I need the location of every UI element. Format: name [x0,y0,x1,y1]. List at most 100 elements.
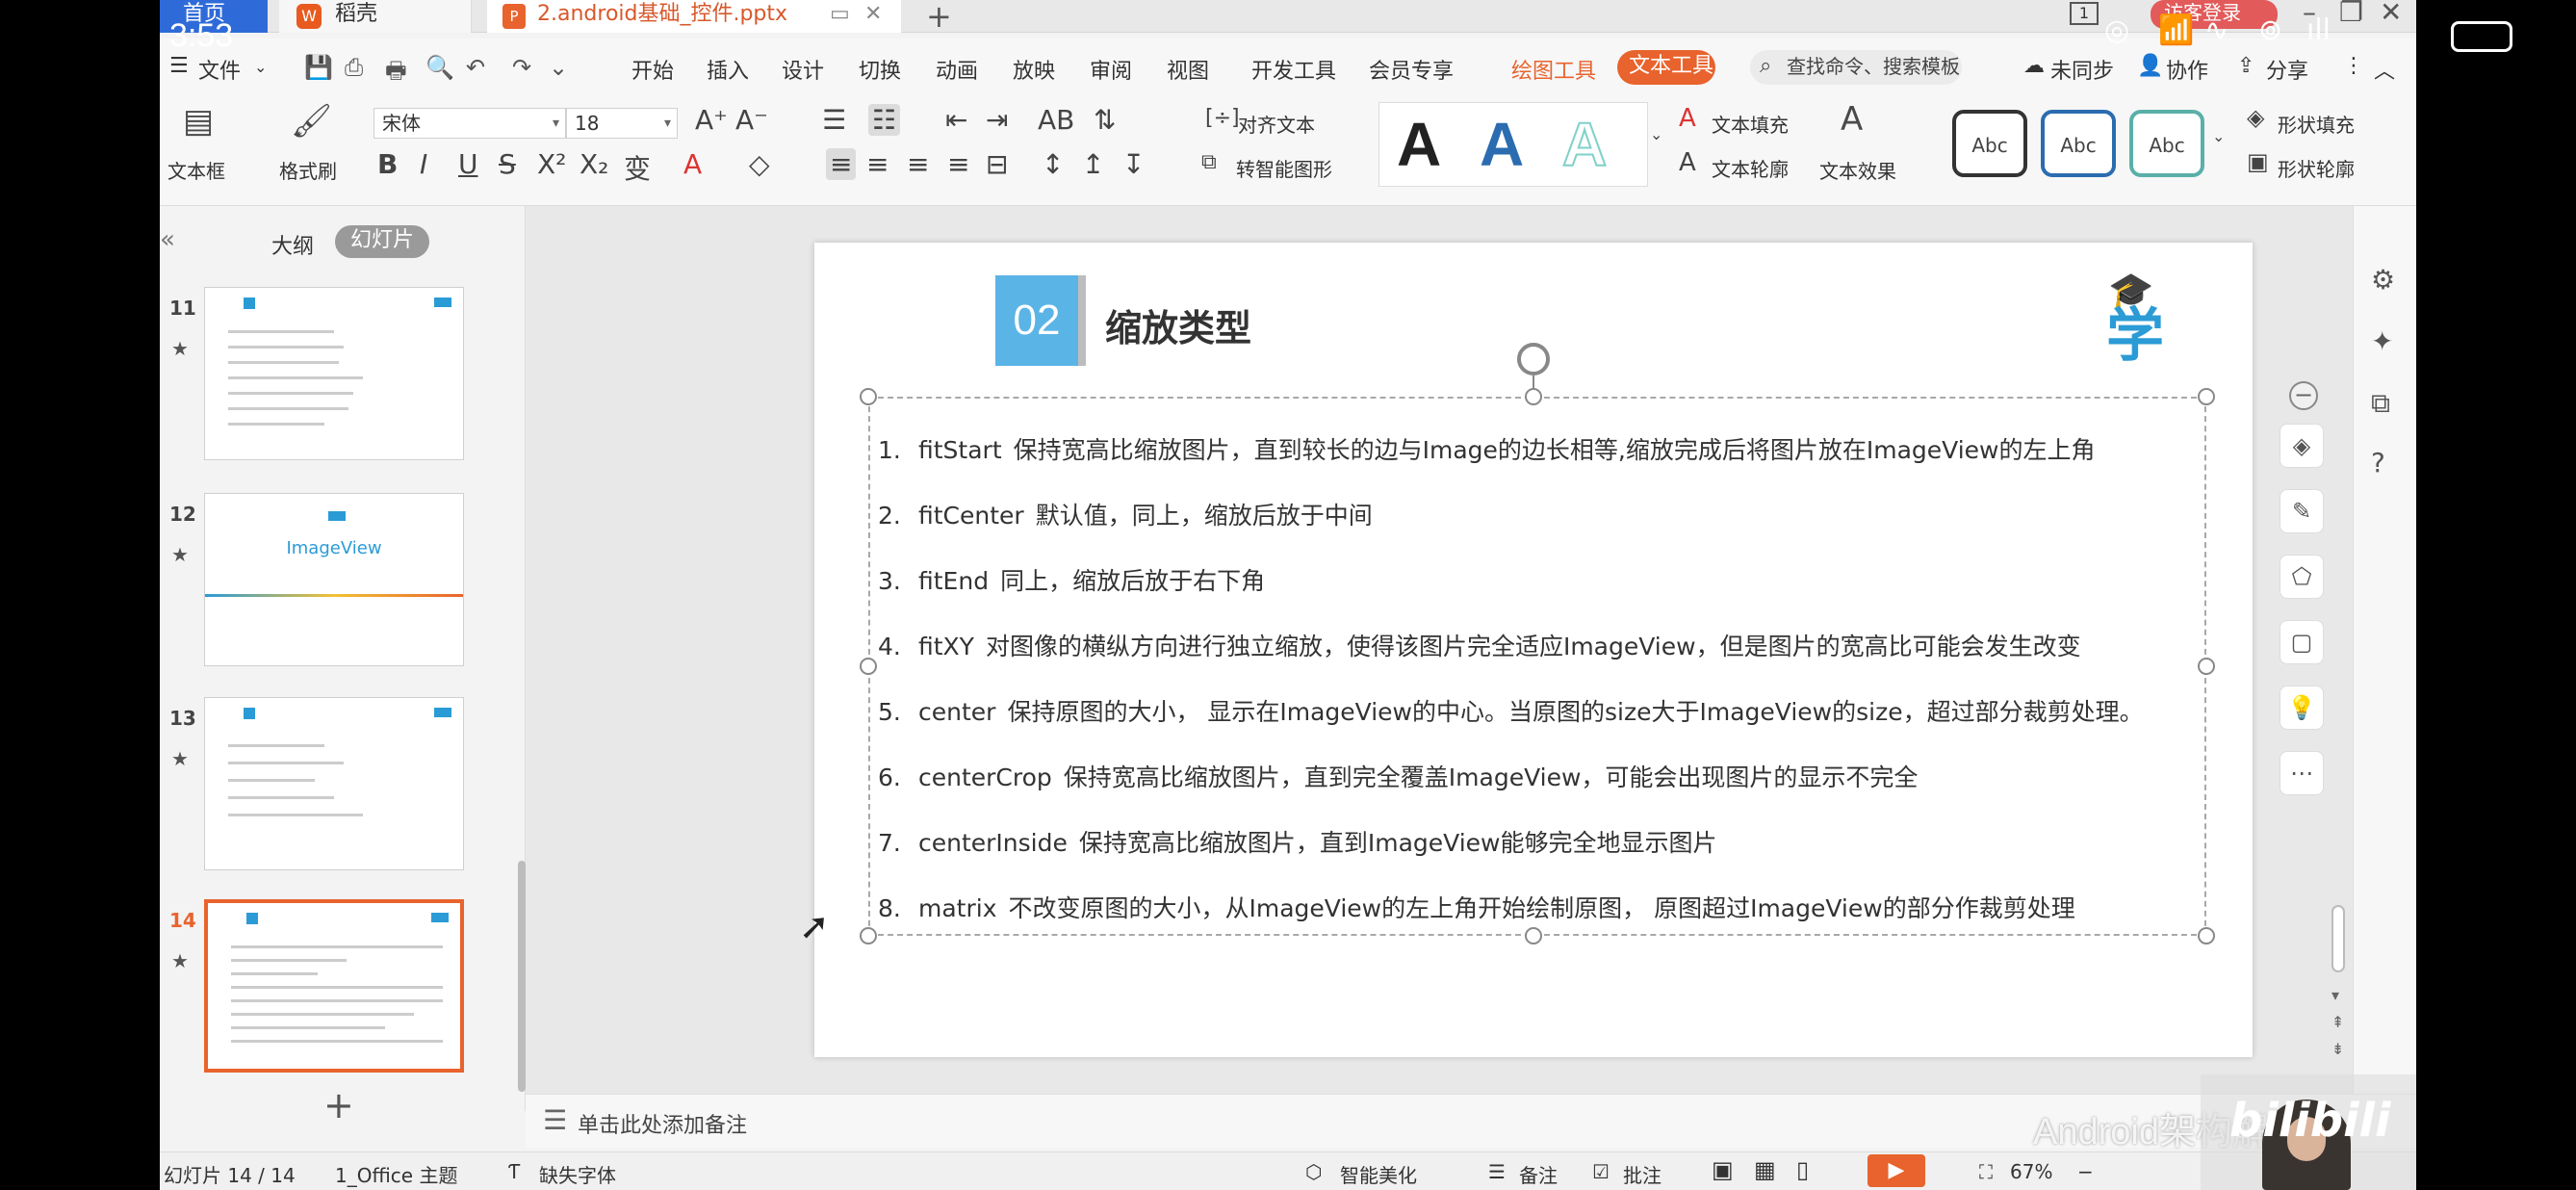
sort-icon[interactable]: ⇅ [1094,104,1116,136]
collapse-panel-icon[interactable]: « [160,225,175,254]
resize-handle[interactable] [1525,388,1542,405]
outline-tab[interactable]: 大纲 [271,229,314,260]
cloud-sync-icon[interactable]: ☁ [2023,54,2045,78]
play-slideshow-button[interactable]: ▶ [1868,1154,1925,1187]
undo-icon[interactable]: ↶ [466,54,485,81]
collapse-toolbar-icon[interactable]: − [2289,381,2318,410]
slide-thumbnail[interactable]: ImageView [204,493,464,666]
menu-member[interactable]: 会员专享 [1369,54,1454,85]
resize-handle[interactable] [2198,388,2215,405]
zoom-out-icon[interactable]: − [2077,1160,2094,1183]
slide-thumbnail[interactable] [204,697,464,870]
collab-icon[interactable]: 👤 [2137,54,2163,78]
font-color-icon[interactable]: A [683,148,702,180]
help-icon[interactable]: ? [2371,447,2385,479]
menu-view[interactable]: 视图 [1167,54,1209,85]
fit-window-icon[interactable]: ⛶ [1979,1160,1993,1183]
menu-start[interactable]: 开始 [631,54,674,85]
notes-placeholder[interactable]: 单击此处添加备注 [578,1108,747,1139]
canvas-scrollbar[interactable] [2331,905,2345,972]
format-painter-button[interactable]: 格式刷 [279,156,337,184]
command-search[interactable]: ⌕ 查找命令、搜索模板 [1750,50,1962,85]
smart-shape-icon[interactable]: ⧉ [1201,150,1217,174]
clear-format-icon[interactable]: ◇ [749,148,770,180]
missing-font-button[interactable]: 缺失字体 [539,1160,616,1188]
italic-icon[interactable]: I [420,148,427,180]
text-fill-button[interactable]: 文本填充 [1712,110,1789,138]
increase-font-icon[interactable]: A⁺ [695,104,728,136]
sorter-view-icon[interactable]: ▦ [1754,1156,1776,1183]
para-before-icon[interactable]: ↥ [1082,148,1104,180]
distribute-icon[interactable]: ⊟ [986,148,1008,180]
pen-icon[interactable]: ✎ [2280,489,2324,533]
text-effect-icon[interactable]: A [1841,100,1863,139]
decrease-font-icon[interactable]: A⁻ [735,104,768,136]
textbox-button[interactable]: 文本框 [167,156,225,184]
export-pdf-icon[interactable]: ⎙ [345,54,363,81]
format-painter-icon[interactable]: 🖌 [291,102,332,141]
window-mode-icon[interactable]: ▭ [830,0,850,29]
align-center-icon[interactable]: ≡ [866,148,889,180]
print-icon[interactable]: 🖶 [385,54,407,93]
resize-handle[interactable] [860,658,877,675]
menu-developer[interactable]: 开发工具 [1251,54,1336,85]
slides-tab[interactable]: 幻灯片 [335,225,429,258]
font-name-select[interactable]: 宋体 ▾ [374,108,566,139]
para-after-icon[interactable]: ↧ [1122,148,1145,180]
align-text-icon[interactable]: [÷] [1205,106,1240,130]
reading-view-icon[interactable]: ▯ [1796,1156,1809,1183]
collaborate-button[interactable]: 协作 [2166,54,2208,85]
menu-slideshow[interactable]: 放映 [1013,54,1055,85]
restore-icon[interactable]: ❐ [2339,0,2363,28]
rotate-handle[interactable] [1517,343,1550,375]
scroll-down-icon[interactable]: ▾ [2331,986,2339,1004]
window-count-icon[interactable]: 1 [2070,2,2099,25]
smart-shape-button[interactable]: 转智能图形 [1236,154,1332,182]
resize-handle[interactable] [860,388,877,405]
close-tab-icon[interactable]: ✕ [864,0,882,29]
comments-button[interactable]: 批注 [1623,1160,1662,1188]
font-size-select[interactable]: 18 ▾ [566,108,678,139]
char-spacing-icon[interactable]: 变 [624,148,651,187]
menu-transition[interactable]: 切换 [859,54,901,85]
smart-beautify-button[interactable]: 智能美化 [1340,1160,1417,1188]
justify-icon[interactable]: ≡ [947,148,969,180]
menu-review[interactable]: 审阅 [1090,54,1132,85]
menu-text-tools[interactable]: 文本工具 [1617,50,1715,85]
resize-handle[interactable] [1525,927,1542,944]
collapse-ribbon-icon[interactable]: ︿ [2374,54,2395,85]
adjust-icon[interactable]: ⚙ [2371,264,2395,296]
save-icon[interactable]: 💾 [304,54,333,81]
line-spacing-icon[interactable]: ↕ [1042,148,1064,180]
align-text-button[interactable]: 对齐文本 [1238,110,1315,138]
text-fill-icon[interactable]: A [1679,104,1696,133]
slide-title[interactable]: 缩放类型 [1105,298,1251,351]
template-icon[interactable]: ⧉ [2371,387,2390,420]
theme-name[interactable]: 1_Office 主题 [335,1160,457,1188]
menu-file[interactable]: 文件 [198,54,241,85]
underline-icon[interactable]: U [458,148,478,180]
thumbnail-scrollbar[interactable] [518,861,526,1092]
lightbulb-icon[interactable]: 💡 [2280,686,2324,730]
align-right-icon[interactable]: ≡ [907,148,929,180]
close-window-icon[interactable]: ✕ [2380,0,2402,28]
gallery-more-icon[interactable]: ⌄ [1650,125,1662,143]
shape-gallery-more-icon[interactable]: ⌄ [2212,127,2225,145]
shape-fill-icon[interactable]: ◈ [2247,104,2264,131]
share-icon[interactable]: ⇪ [2237,54,2254,78]
shape-style-1[interactable]: Abc [1952,110,2027,177]
shape-style-icon[interactable]: ⬠ [2280,555,2324,599]
align-left-icon[interactable]: ≡ [826,148,857,180]
shape-outline-button[interactable]: 形状轮廓 [2278,154,2355,182]
tab-wps-docer[interactable]: W 稻壳 [279,0,472,33]
menu-design[interactable]: 设计 [782,54,824,85]
layers-icon[interactable]: ◈ [2280,424,2324,468]
more-icon[interactable]: ⋮ [2343,54,2364,78]
unsynced-label[interactable]: 未同步 [2050,54,2114,85]
frame-icon[interactable]: ▢ [2280,620,2324,664]
numbering-icon[interactable]: ☷ [868,104,901,136]
shape-fill-button[interactable]: 形状填充 [2278,110,2355,138]
add-slide-icon[interactable]: + [323,1084,354,1126]
slide-thumbnail-selected[interactable] [204,899,464,1073]
resize-handle[interactable] [2198,658,2215,675]
